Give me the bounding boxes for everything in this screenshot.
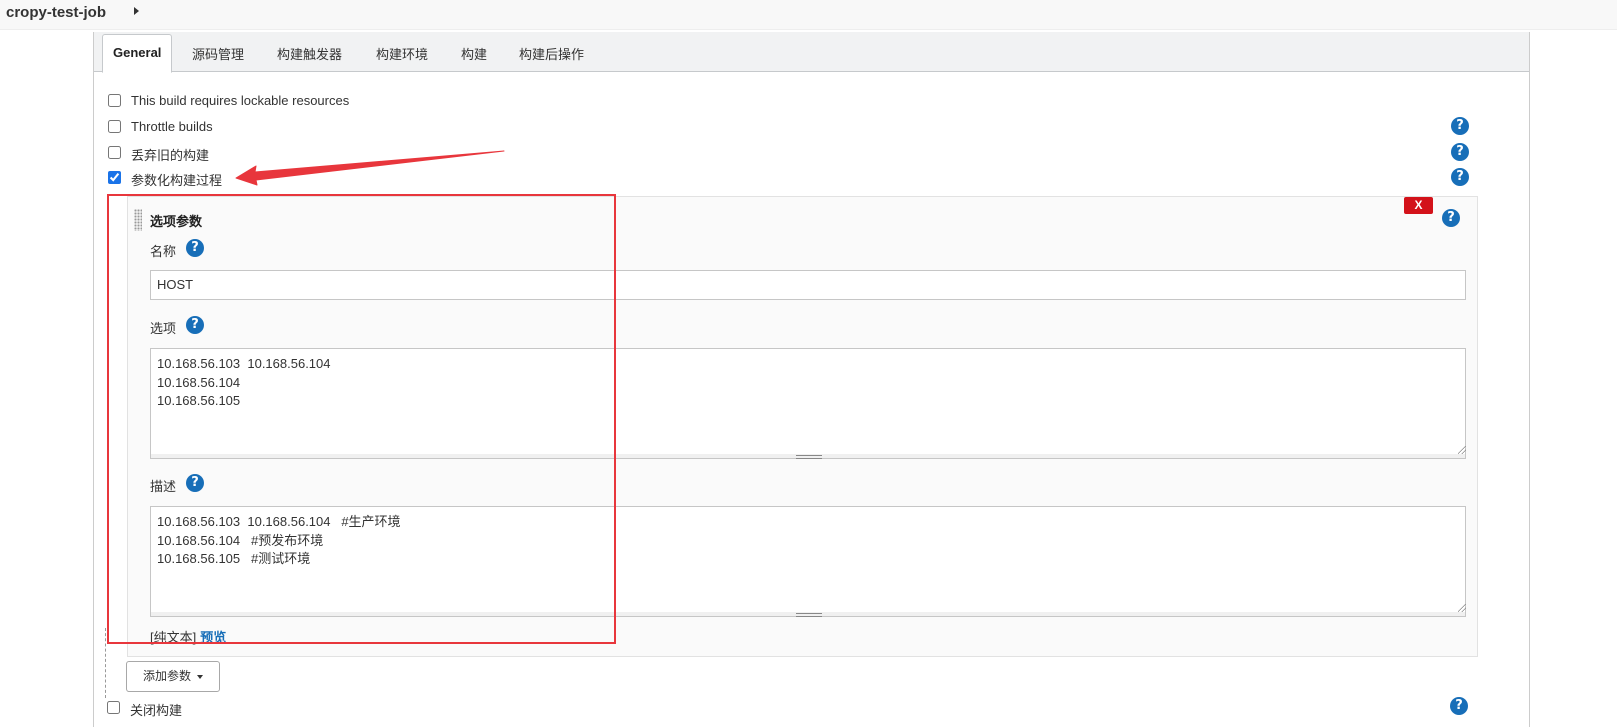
description-label: 描述 <box>150 479 177 494</box>
drag-handle-icon[interactable] <box>134 209 142 231</box>
tab-general[interactable]: General <box>102 34 173 73</box>
lockable-resources-label: This build requires lockable resources <box>131 93 350 108</box>
dashed-guide-line <box>105 628 106 698</box>
caret-down-icon <box>197 674 203 679</box>
throttle-builds-label: Throttle builds <box>131 119 213 134</box>
lockable-resources-checkbox[interactable] <box>108 94 121 107</box>
parameter-help-icon[interactable]: ? <box>1442 209 1460 227</box>
breadcrumb-bar: cropy-test-job <box>0 0 1617 30</box>
tab-build-environment[interactable]: 构建环境 <box>376 44 428 63</box>
tab-bar: General 源码管理 构建触发器 构建环境 构建 构建后操作 <box>94 32 1529 73</box>
tab-build-triggers[interactable]: 构建触发器 <box>277 44 342 63</box>
add-parameter-button[interactable]: 添加参数 <box>126 661 220 692</box>
choices-label: 选项 <box>150 321 177 336</box>
disable-build-checkbox[interactable] <box>107 701 120 714</box>
choices-resize-handle[interactable] <box>150 454 1466 459</box>
choices-textarea[interactable]: 10.168.56.103 10.168.56.104 10.168.56.10… <box>150 348 1466 455</box>
choices-resize-grip-icon[interactable] <box>1458 446 1466 454</box>
preview-link[interactable]: 预览 <box>200 630 226 645</box>
throttle-builds-help-icon[interactable]: ? <box>1451 117 1469 135</box>
breadcrumb-job-name[interactable]: cropy-test-job <box>6 4 106 21</box>
breadcrumb-arrow-icon[interactable] <box>134 7 139 15</box>
discard-old-builds-label: 丢弃旧的构建 <box>131 148 210 163</box>
disable-build-help-icon[interactable]: ? <box>1450 697 1468 715</box>
config-panel: General 源码管理 构建触发器 构建环境 构建 构建后操作 This bu… <box>93 32 1530 727</box>
choices-help-icon[interactable]: ? <box>186 316 204 334</box>
description-textarea[interactable]: 10.168.56.103 10.168.56.104 #生产环境 10.168… <box>150 506 1466 613</box>
discard-old-builds-help-icon[interactable]: ? <box>1451 143 1469 161</box>
delete-parameter-button[interactable]: X <box>1404 197 1433 214</box>
name-help-icon[interactable]: ? <box>186 239 204 257</box>
parameter-type-title: 选项参数 <box>150 214 203 229</box>
description-help-icon[interactable]: ? <box>186 474 204 492</box>
choice-parameter-block: 选项参数 X ? 名称 ? HOST 选项 ? 10.168.56.103 10… <box>127 196 1478 657</box>
name-label: 名称 <box>150 244 177 259</box>
plain-text-label: [纯文本] <box>150 630 197 645</box>
description-resize-grip-icon[interactable] <box>1458 604 1466 612</box>
disable-build-label: 关闭构建 <box>130 703 183 718</box>
format-line: [纯文本] 预览 <box>150 627 226 646</box>
parameterized-build-checkbox[interactable] <box>108 171 121 184</box>
name-input[interactable]: HOST <box>150 270 1466 300</box>
discard-old-builds-checkbox[interactable] <box>108 146 121 159</box>
tab-post-build[interactable]: 构建后操作 <box>519 44 584 63</box>
parameterized-build-help-icon[interactable]: ? <box>1451 168 1469 186</box>
add-parameter-label: 添加参数 <box>142 669 191 683</box>
tab-build[interactable]: 构建 <box>461 44 487 63</box>
throttle-builds-checkbox[interactable] <box>108 120 121 133</box>
tab-source-control[interactable]: 源码管理 <box>192 44 244 63</box>
parameterized-build-label: 参数化构建过程 <box>131 173 223 188</box>
description-resize-handle[interactable] <box>150 612 1466 617</box>
